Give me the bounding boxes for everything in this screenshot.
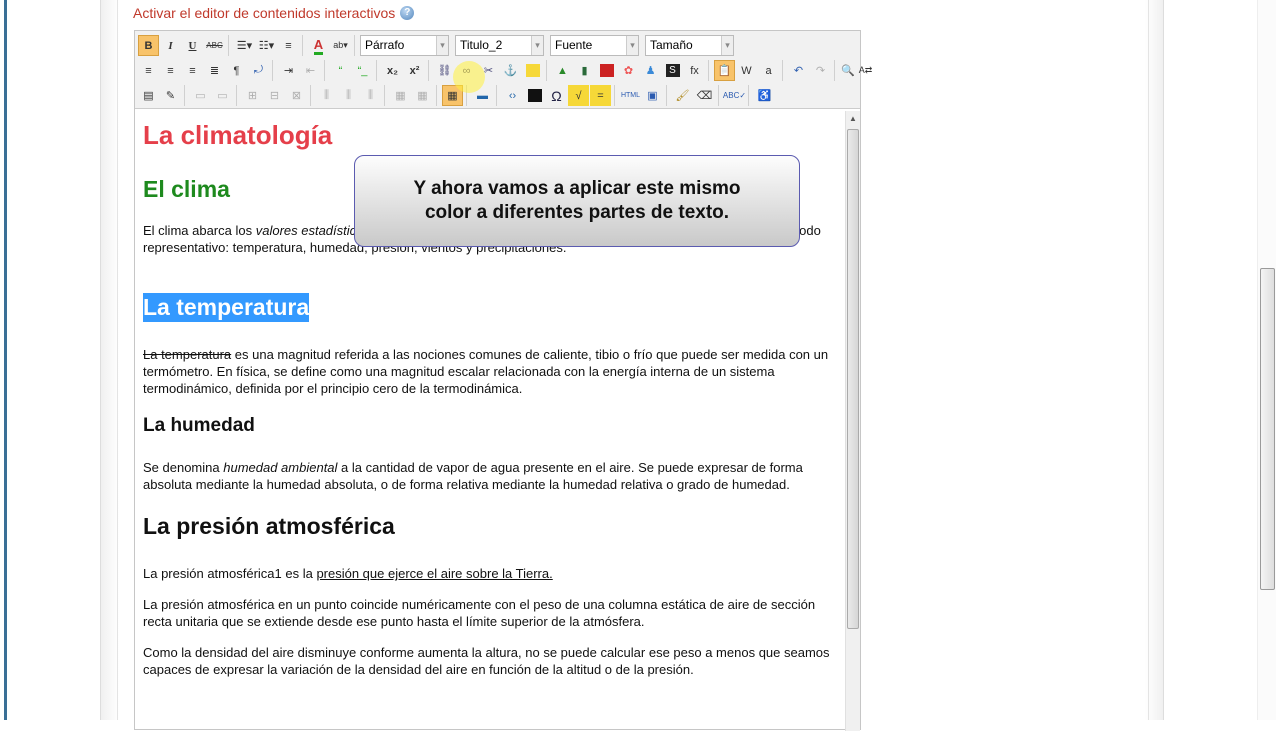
equals-icon[interactable]: = bbox=[590, 85, 611, 106]
paste-word-icon[interactable]: W bbox=[736, 60, 757, 81]
paragraph-humedad: Se denomina humedad ambiental a la canti… bbox=[143, 460, 803, 492]
format-select[interactable]: Párrafo bbox=[360, 35, 449, 56]
quote-icon[interactable]: “_ bbox=[352, 60, 373, 81]
help-icon[interactable]: ? bbox=[400, 6, 415, 20]
numbered-list-icon[interactable]: ☷▾ bbox=[256, 35, 277, 56]
anchor-icon[interactable]: ⚓ bbox=[500, 60, 521, 81]
cursor-highlight bbox=[453, 61, 485, 93]
heading-presion: La presión atmosférica bbox=[143, 513, 395, 539]
edit-icon[interactable]: ✎ bbox=[160, 85, 181, 106]
code-icon[interactable]: ‹› bbox=[502, 85, 523, 106]
sqrt-icon[interactable]: √ bbox=[568, 85, 589, 106]
align-left-icon[interactable]: ≡ bbox=[138, 60, 159, 81]
scribd-icon[interactable]: S bbox=[662, 60, 683, 81]
video-icon[interactable]: ▮ bbox=[574, 60, 595, 81]
table-col-icon[interactable]: ▭ bbox=[212, 85, 233, 106]
insert-col-icon[interactable]: ⫼ bbox=[316, 85, 337, 106]
activate-editor-link[interactable]: Activar el editor de contenidos interact… bbox=[133, 5, 415, 21]
text-color-icon[interactable]: A bbox=[308, 35, 329, 56]
source-icon[interactable]: ▤ bbox=[138, 85, 159, 106]
embed-icon[interactable] bbox=[524, 85, 545, 106]
delete-col-icon[interactable]: ⫼ bbox=[360, 85, 381, 106]
paste-text-icon[interactable]: 📋 bbox=[714, 60, 735, 81]
browser-scroll-thumb[interactable] bbox=[1260, 268, 1275, 590]
scroll-up-icon[interactable]: ▲ bbox=[849, 114, 857, 123]
heading-humedad: La humedad bbox=[143, 415, 255, 436]
wrap-icon[interactable]: ⤾ bbox=[248, 60, 269, 81]
editor-scroll-thumb[interactable] bbox=[847, 129, 859, 629]
formula-icon[interactable]: fx bbox=[684, 60, 705, 81]
replace-icon[interactable]: A⇄ bbox=[858, 60, 874, 81]
tutorial-callout: Y ahora vamos a aplicar este mismo color… bbox=[354, 155, 800, 247]
paragraph-presion-1: La presión atmosférica1 es la presión qu… bbox=[143, 566, 553, 581]
activate-editor-label[interactable]: Activar el editor de contenidos interact… bbox=[133, 5, 395, 21]
ltr-icon[interactable]: ¶ bbox=[226, 60, 247, 81]
table-props-icon[interactable]: ▦ bbox=[390, 85, 411, 106]
widget-icon[interactable]: ✿ bbox=[618, 60, 639, 81]
style-select[interactable]: Titulo_2 bbox=[455, 35, 544, 56]
undo-icon[interactable]: ↶ bbox=[788, 60, 809, 81]
cell-props-icon[interactable]: ▦ bbox=[412, 85, 433, 106]
presion-link[interactable]: presión que ejerce el aire sobre la Tier… bbox=[316, 566, 552, 581]
align-center-icon[interactable]: ≡ bbox=[160, 60, 181, 81]
paragraph-presion-3: Como la densidad del aire disminuye conf… bbox=[143, 645, 830, 677]
clean-icon[interactable]: 🖌 bbox=[672, 85, 693, 106]
insert-col2-icon[interactable]: ⫼ bbox=[338, 85, 359, 106]
eraser-icon[interactable]: ⌫ bbox=[694, 85, 715, 106]
blockquote-icon[interactable]: “ bbox=[330, 60, 351, 81]
italic-button[interactable]: I bbox=[160, 35, 181, 56]
align-right-icon[interactable]: ≡ bbox=[182, 60, 203, 81]
indent-icon[interactable]: ⇥ bbox=[278, 60, 299, 81]
delete-cells-icon[interactable]: ⊠ bbox=[286, 85, 307, 106]
window-edge bbox=[4, 0, 7, 720]
outdent-icon[interactable]: ≡ bbox=[278, 35, 299, 56]
split-cells-icon[interactable]: ⊟ bbox=[264, 85, 285, 106]
editor-toolbar: B I U ABC ☰▾ ☷▾ ≡ A ab▾ Párrafo Titulo_2… bbox=[135, 31, 872, 109]
html-icon[interactable]: HTML bbox=[620, 85, 641, 106]
bullet-list-icon[interactable]: ☰▾ bbox=[234, 35, 255, 56]
rich-text-editor: B I U ABC ☰▾ ☷▾ ≡ A ab▾ Párrafo Titulo_2… bbox=[134, 30, 872, 731]
image-icon[interactable]: ▲ bbox=[552, 60, 573, 81]
heading-title: La climatología bbox=[143, 120, 333, 150]
heading-temperatura-selected: La temperatura bbox=[143, 293, 310, 322]
underline-button[interactable]: U bbox=[182, 35, 203, 56]
highlight-color-icon[interactable]: ab▾ bbox=[330, 35, 351, 56]
bold-button[interactable]: B bbox=[138, 35, 159, 56]
editor-scrollbar[interactable]: ▲ bbox=[845, 111, 860, 731]
people-icon[interactable]: ♟ bbox=[640, 60, 661, 81]
paragraph-temperatura: La temperatura es una magnitud referida … bbox=[143, 347, 829, 396]
omega-icon[interactable]: Ω bbox=[546, 85, 567, 106]
subscript-button[interactable]: x₂ bbox=[382, 60, 403, 81]
template-icon[interactable]: ▣ bbox=[642, 85, 663, 106]
spellcheck-icon[interactable]: ABC✓ bbox=[723, 85, 746, 106]
strikethrough-button[interactable]: ABC bbox=[204, 35, 225, 56]
redo-icon[interactable]: ↷ bbox=[810, 60, 831, 81]
accessibility-icon[interactable]: ♿ bbox=[754, 85, 775, 106]
paragraph-presion-2: La presión atmosférica en un punto coinc… bbox=[143, 597, 816, 629]
justify-icon[interactable]: ≣ bbox=[204, 60, 225, 81]
note-icon[interactable] bbox=[522, 60, 543, 81]
outdent-disabled-icon[interactable]: ⇤ bbox=[300, 60, 321, 81]
link-icon[interactable]: ⛓ bbox=[434, 60, 455, 81]
superscript-button[interactable]: x² bbox=[404, 60, 425, 81]
font-select[interactable]: Fuente bbox=[550, 35, 639, 56]
find-icon[interactable]: 🔍 bbox=[840, 60, 856, 81]
browser-scrollbar[interactable] bbox=[1257, 0, 1276, 720]
table-row-icon[interactable]: ▭ bbox=[190, 85, 211, 106]
select-all-icon[interactable]: a bbox=[758, 60, 779, 81]
youtube-icon[interactable] bbox=[596, 60, 617, 81]
merge-cells-icon[interactable]: ⊞ bbox=[242, 85, 263, 106]
size-select[interactable]: Tamaño bbox=[645, 35, 734, 56]
